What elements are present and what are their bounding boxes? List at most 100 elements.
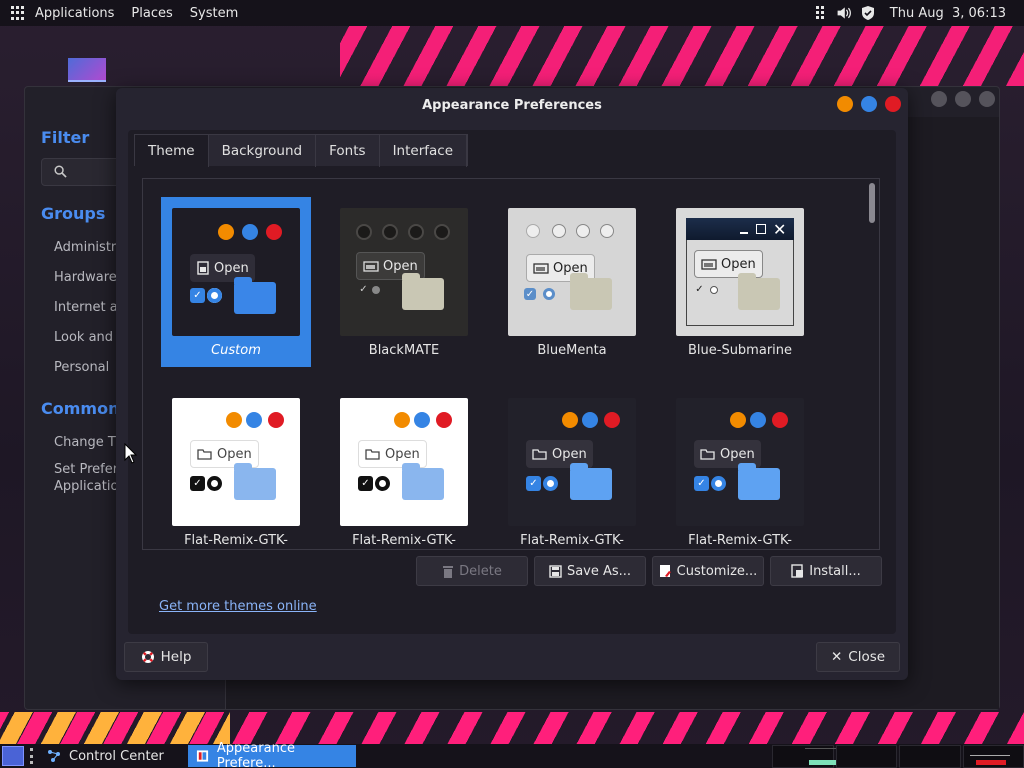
top-panel: Applications Places System Thu Aug 3, 06… (0, 0, 1024, 26)
customize-button[interactable]: Customize... (652, 556, 764, 586)
folder-icon (234, 463, 276, 500)
group-item-administration[interactable]: Administra (54, 240, 124, 255)
save-icon (549, 564, 562, 578)
clock[interactable]: Thu Aug 3, 06:13 (890, 6, 1006, 21)
folder-open-icon (532, 449, 547, 460)
theme-item-bluementa[interactable]: Open ✓ BlueMenta (497, 197, 647, 367)
folder-open-icon (700, 449, 715, 460)
control-center-icon (48, 750, 60, 762)
theme-name: BlackMATE (368, 343, 440, 358)
folder-icon (738, 463, 780, 500)
help-lifebuoy-icon (141, 651, 154, 663)
common-item-set-preferred[interactable]: Set Prefer (54, 462, 118, 477)
group-item-internet[interactable]: Internet ar (54, 300, 123, 315)
folder-open-icon (701, 259, 717, 270)
common-item-applications[interactable]: Applicatio (54, 479, 118, 494)
minimize-button[interactable] (837, 96, 853, 112)
theme-list[interactable]: Open ✓ Custom Open ✓ BlackMATE Open ✓ Bl… (142, 178, 880, 550)
group-item-personal[interactable]: Personal (54, 360, 109, 375)
volume-icon[interactable] (836, 5, 852, 21)
close-icon: ✕ (830, 649, 843, 665)
folder-icon (570, 463, 612, 500)
workspace-3[interactable] (899, 745, 961, 768)
control-center-close-button[interactable] (979, 91, 995, 107)
shield-icon[interactable] (860, 5, 876, 21)
install-icon (791, 564, 804, 578)
theme-item-blackmate[interactable]: Open ✓ BlackMATE (329, 197, 479, 367)
theme-name: Flat-Remix-GTK- (352, 533, 456, 548)
group-item-look-and-feel[interactable]: Look and F (54, 330, 125, 345)
theme-preview: Open ✓ (508, 208, 636, 336)
theme-preview: Open ✓ (172, 398, 300, 526)
appearance-dialog: Appearance Preferences Theme Background … (116, 88, 908, 680)
help-button[interactable]: Help (124, 642, 208, 672)
groups-heading: Groups (41, 204, 106, 223)
theme-name: Flat-Remix-GTK- (520, 533, 624, 548)
close-window-button[interactable] (885, 96, 901, 112)
appearance-icon (196, 750, 208, 762)
get-more-themes-link[interactable]: Get more themes online (159, 599, 317, 614)
menu-applications[interactable]: Applications (35, 6, 114, 21)
theme-list-scrollbar[interactable] (869, 183, 875, 223)
trash-icon (443, 565, 454, 578)
folder-open-icon (197, 449, 212, 460)
customize-icon (659, 565, 671, 577)
folder-icon (234, 277, 276, 314)
workspace-4[interactable] (962, 745, 1024, 768)
theme-name: Flat-Remix-GTK- (184, 533, 288, 548)
tab-bar: Theme Background Fonts Interface (134, 134, 469, 167)
tab-theme[interactable]: Theme (135, 135, 209, 167)
save-as-button[interactable]: Save As... (534, 556, 646, 586)
folder-icon (402, 463, 444, 500)
theme-name: Flat-Remix-GTK- (688, 533, 792, 548)
control-center-maximize-button[interactable] (955, 91, 971, 107)
theme-item-flat-remix-dark-2[interactable]: Open ✓ Flat-Remix-GTK- (665, 387, 815, 549)
close-button[interactable]: ✕ Close (816, 642, 900, 672)
desktop-launcher-icon[interactable] (68, 58, 106, 82)
workspace-1[interactable] (772, 745, 847, 768)
network-icon[interactable] (812, 5, 828, 21)
folder-icon (402, 273, 444, 310)
workspace-switcher[interactable] (772, 745, 1024, 768)
folder-open-icon (533, 263, 549, 274)
menu-places[interactable]: Places (131, 6, 172, 21)
show-desktop-button[interactable] (2, 746, 24, 766)
folder-open-icon (365, 449, 380, 460)
theme-preview: Open ✓ (340, 398, 468, 526)
theme-item-custom[interactable]: Open ✓ Custom (161, 197, 311, 367)
menu-system[interactable]: System (190, 6, 238, 21)
theme-preview: Open ✓ (508, 398, 636, 526)
task-control-center[interactable]: Control Center (39, 745, 172, 767)
theme-item-flat-remix-light[interactable]: Open ✓ Flat-Remix-GTK- (161, 387, 311, 549)
task-appearance-preferences[interactable]: Appearance Prefere... (187, 741, 356, 768)
maximize-button[interactable] (861, 96, 877, 112)
filter-heading: Filter (41, 128, 90, 147)
control-center-minimize-button[interactable] (931, 91, 947, 107)
workspace-2[interactable] (835, 745, 897, 768)
dialog-title: Appearance Preferences (422, 97, 602, 113)
theme-name: BlueMenta (537, 343, 607, 358)
theme-preview: ✕ Open ✓ (676, 208, 804, 336)
theme-name: Custom (211, 343, 261, 358)
theme-preview: Open ✓ (172, 208, 300, 336)
tab-background[interactable]: Background (209, 135, 317, 167)
theme-preview: Open ✓ (340, 208, 468, 336)
document-icon (197, 261, 209, 275)
theme-item-blue-submarine[interactable]: ✕ Open ✓ Blue-Submarine (665, 197, 815, 367)
install-button[interactable]: Install... (770, 556, 882, 586)
folder-icon (738, 273, 780, 310)
group-item-hardware[interactable]: Hardware (54, 270, 117, 285)
folder-open-icon (363, 261, 379, 272)
folder-icon (570, 273, 612, 310)
applications-grid-icon[interactable] (11, 6, 25, 20)
taskbar-handle[interactable] (30, 748, 33, 764)
theme-name: Blue-Submarine (687, 343, 793, 358)
common-item-change-theme[interactable]: Change Th (54, 435, 124, 450)
tab-fonts[interactable]: Fonts (316, 135, 380, 167)
theme-item-flat-remix-light-2[interactable]: Open ✓ Flat-Remix-GTK- (329, 387, 479, 549)
theme-preview: Open ✓ (676, 398, 804, 526)
theme-item-flat-remix-dark[interactable]: Open ✓ Flat-Remix-GTK- (497, 387, 647, 549)
search-icon (54, 165, 67, 178)
delete-button[interactable]: Delete (416, 556, 528, 586)
tab-interface[interactable]: Interface (380, 135, 468, 167)
